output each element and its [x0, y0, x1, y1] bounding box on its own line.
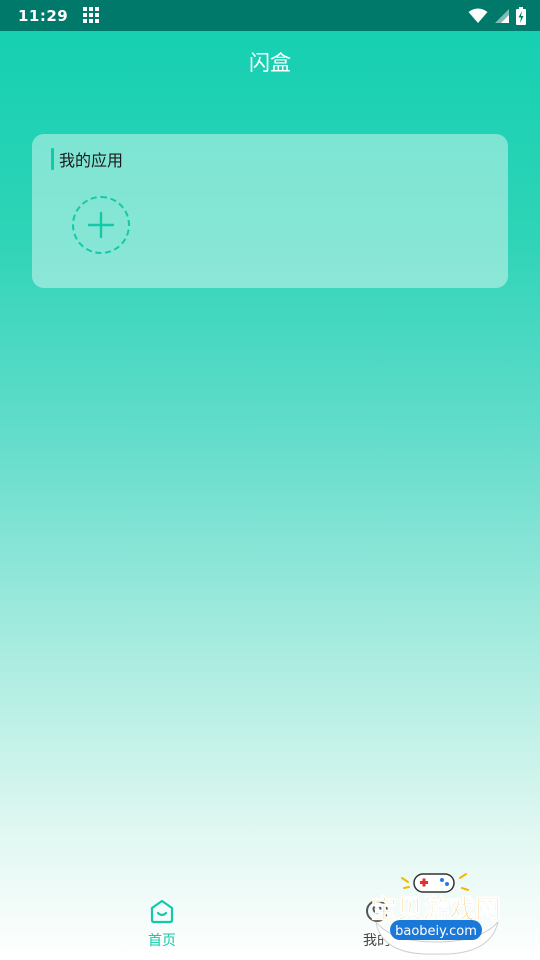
home-icon	[150, 899, 174, 924]
watermark-logo: 宝贝游戏网 baobeiy.com	[371, 873, 501, 955]
battery-charging-icon	[516, 6, 526, 25]
nav-label-home: 首页	[148, 933, 176, 949]
add-app-button[interactable]	[72, 196, 130, 254]
gamepad-icon	[401, 873, 469, 893]
card-title: 我的应用	[59, 151, 124, 170]
svg-text:baobeiy.com: baobeiy.com	[395, 924, 477, 939]
wifi-icon	[468, 8, 488, 23]
status-bar: 11:29	[0, 0, 540, 31]
plus-icon	[87, 211, 115, 239]
page-title: 闪盒	[249, 51, 291, 75]
grid-icon	[83, 6, 101, 25]
my-apps-card: 我的应用	[32, 134, 508, 288]
status-indicators	[468, 6, 526, 25]
status-time: 11:29	[18, 6, 69, 25]
card-header: 我的应用	[51, 148, 123, 170]
signal-icon	[495, 8, 509, 23]
title-accent-bar	[51, 148, 54, 170]
nav-item-home[interactable]: 首页	[122, 898, 202, 950]
